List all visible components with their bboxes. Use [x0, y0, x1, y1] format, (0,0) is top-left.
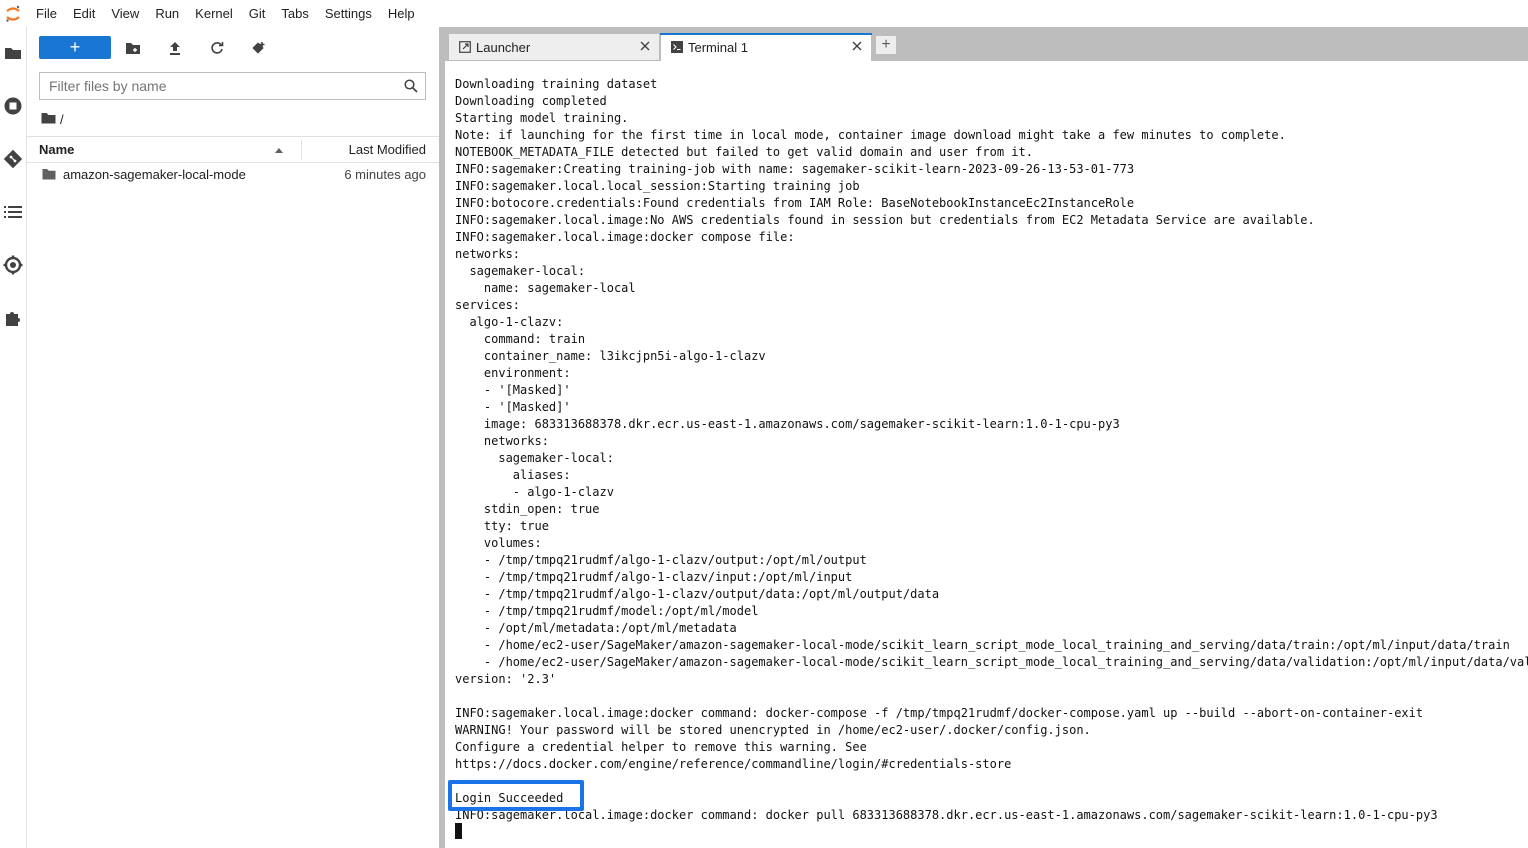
- breadcrumb: /: [41, 111, 64, 127]
- terminal-line: command: train: [455, 332, 586, 346]
- terminal-line: Note: if launching for the first time in…: [455, 128, 1286, 142]
- menu-edit[interactable]: Edit: [65, 0, 103, 27]
- file-browser-panel: + / Name Last Modified: [27, 27, 439, 848]
- terminal-line: - /tmp/tmpq21rudmf/algo-1-clazv/input:/o…: [455, 570, 853, 584]
- terminal-line: aliases:: [455, 468, 571, 482]
- property-inspector-icon[interactable]: [0, 252, 26, 278]
- terminal-line: services:: [455, 298, 521, 312]
- terminal-line: - /tmp/tmpq21rudmf/model:/opt/ml/model: [455, 604, 759, 618]
- terminal-line: INFO:botocore.credentials:Found credenti…: [455, 196, 1135, 210]
- extension-icon[interactable]: [0, 305, 26, 331]
- terminal-line: - algo-1-clazv: [455, 485, 614, 499]
- folder-icon[interactable]: [0, 40, 26, 66]
- terminal-line: https://docs.docker.com/engine/reference…: [455, 757, 1012, 771]
- terminal-output[interactable]: Downloading training dataset Downloading …: [445, 61, 1528, 848]
- file-name: amazon-sagemaker-local-mode: [63, 167, 246, 182]
- folder-icon: [42, 168, 56, 180]
- login-succeeded-highlight: [448, 780, 584, 811]
- menu-git[interactable]: Git: [241, 0, 274, 27]
- tab-label: Launcher: [476, 40, 531, 55]
- menu-bar: File Edit View Run Kernel Git Tabs Settings Help: [0, 0, 1528, 27]
- table-of-contents-icon[interactable]: [0, 199, 26, 225]
- menu-settings[interactable]: Settings: [317, 0, 380, 27]
- last-modified-column-header[interactable]: Last Modified: [349, 142, 426, 157]
- menu-file[interactable]: File: [26, 0, 65, 27]
- tab-terminal-1[interactable]: Terminal 1: [660, 33, 872, 62]
- terminal-line: WARNING! Your password will be stored un…: [455, 723, 1091, 737]
- terminal-line: INFO:sagemaker.local.image:docker compos…: [455, 230, 795, 244]
- terminal-line: networks:: [455, 247, 521, 261]
- terminal-line: image: 683313688378.dkr.ecr.us-east-1.am…: [455, 417, 1120, 431]
- tab-launcher[interactable]: Launcher: [448, 33, 660, 61]
- terminal-line: tty: true: [455, 519, 549, 533]
- menu-kernel[interactable]: Kernel: [187, 0, 241, 27]
- name-column-header[interactable]: Name: [39, 142, 74, 157]
- menu-help[interactable]: Help: [380, 0, 423, 27]
- close-icon[interactable]: [639, 40, 651, 52]
- refresh-icon[interactable]: [208, 39, 226, 57]
- git-clone-icon[interactable]: [250, 39, 268, 57]
- menu-run[interactable]: Run: [147, 0, 187, 27]
- terminal-line: volumes:: [455, 536, 542, 550]
- file-modified: 6 minutes ago: [344, 167, 426, 182]
- terminal-icon: [671, 41, 683, 53]
- terminal-line: stdin_open: true: [455, 502, 600, 516]
- terminal-line: sagemaker-local:: [455, 264, 586, 278]
- terminal-cursor: [455, 823, 462, 839]
- terminal-line: Login Succeeded: [455, 791, 564, 805]
- menu-view[interactable]: View: [103, 0, 147, 27]
- new-folder-icon[interactable]: [124, 39, 142, 57]
- jupyter-logo-icon: [0, 0, 26, 27]
- terminal-line: Configure a credential helper to remove …: [455, 740, 867, 754]
- filter-files-input[interactable]: [40, 73, 395, 99]
- file-browser-toolbar: +: [27, 27, 439, 69]
- terminal-line: Starting model training.: [455, 111, 629, 125]
- terminal-line: Downloading training dataset: [455, 77, 658, 91]
- terminal-line: - /tmp/tmpq21rudmf/algo-1-clazv/output/d…: [455, 587, 940, 601]
- terminal-line: algo-1-clazv:: [455, 315, 564, 329]
- terminal-line: container_name: l3ikcjpn5i-algo-1-clazv: [455, 349, 766, 363]
- terminal-line: INFO:sagemaker.local.image:docker comman…: [455, 706, 1424, 720]
- terminal-line: - /home/ec2-user/SageMaker/amazon-sagema…: [455, 638, 1510, 652]
- terminal-line: networks:: [455, 434, 549, 448]
- terminal-line: INFO:sagemaker.local.image:No AWS creden…: [455, 213, 1315, 227]
- sort-ascending-icon: [275, 148, 283, 153]
- tab-label: Terminal 1: [688, 40, 748, 55]
- git-icon[interactable]: [0, 146, 26, 172]
- new-launcher-button[interactable]: +: [39, 36, 111, 59]
- launcher-icon: [459, 41, 471, 53]
- terminal-line: INFO:sagemaker:Creating training-job wit…: [455, 162, 1135, 176]
- terminal-line: Downloading completed: [455, 94, 607, 108]
- upload-icon[interactable]: [166, 39, 184, 57]
- terminal-line: - /tmp/tmpq21rudmf/algo-1-clazv/output:/…: [455, 553, 867, 567]
- terminal-line: NOTEBOOK_METADATA_FILE detected but fail…: [455, 145, 1033, 159]
- left-activity-bar: [0, 27, 27, 848]
- terminal-line: INFO:sagemaker.local.local_session:Start…: [455, 179, 860, 193]
- terminal-line: sagemaker-local:: [455, 451, 614, 465]
- terminal-line: environment:: [455, 366, 571, 380]
- file-listing-header: Name Last Modified: [27, 136, 439, 163]
- close-icon[interactable]: [851, 40, 863, 52]
- terminal-line: - '[Masked]': [455, 400, 571, 414]
- terminal-lines: Downloading training dataset Downloading …: [455, 76, 1528, 824]
- main-tab-bar: Launcher Terminal 1 +: [445, 27, 1528, 62]
- terminal-line: - /home/ec2-user/SageMaker/amazon-sagema…: [455, 655, 1528, 669]
- menu-tabs[interactable]: Tabs: [273, 0, 316, 27]
- file-list-item[interactable]: amazon-sagemaker-local-mode 6 minutes ag…: [27, 164, 439, 186]
- terminal-line: - '[Masked]': [455, 383, 571, 397]
- add-tab-button[interactable]: +: [875, 35, 897, 55]
- terminal-line: name: sagemaker-local: [455, 281, 636, 295]
- home-folder-icon[interactable]: [41, 112, 56, 127]
- terminal-line: version: '2.3': [455, 672, 557, 686]
- terminal-line: INFO:sagemaker.local.image:docker comman…: [455, 808, 1438, 822]
- running-icon[interactable]: [0, 93, 26, 119]
- breadcrumb-root[interactable]: /: [60, 112, 64, 127]
- column-divider[interactable]: [301, 140, 302, 160]
- terminal-line: - /opt/ml/metadata:/opt/ml/metadata: [455, 621, 737, 635]
- file-filter-box: [39, 72, 426, 100]
- search-icon[interactable]: [404, 79, 418, 93]
